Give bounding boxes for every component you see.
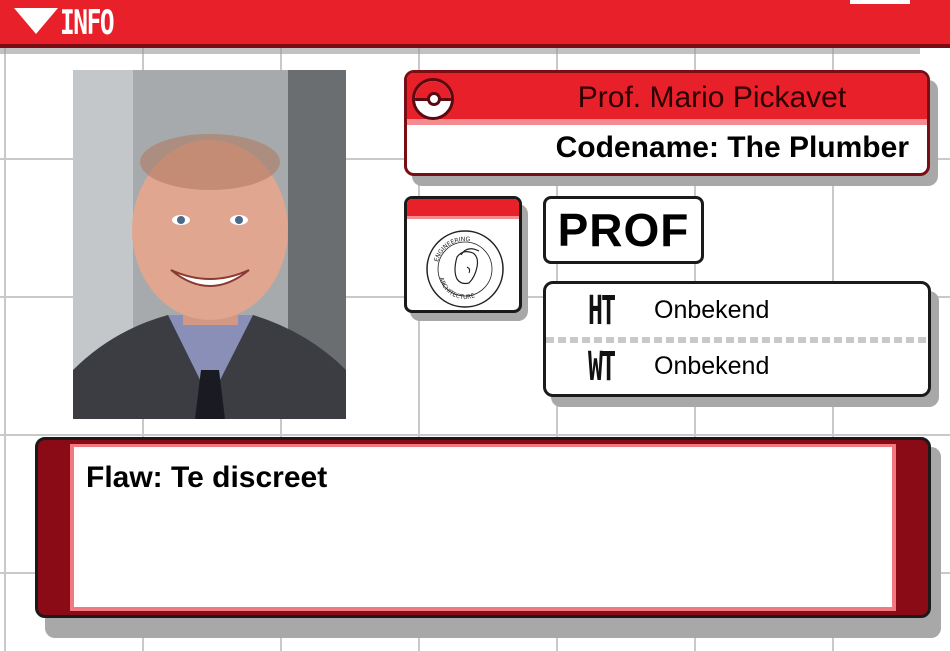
type-badge: PROF xyxy=(543,196,704,264)
logo-text-top: ENGINEERING xyxy=(433,236,471,263)
stat-row-weight: WT Onbekend xyxy=(546,340,928,394)
header-notch xyxy=(850,0,910,4)
header-title: INFO xyxy=(60,3,115,43)
logo-card-stripe xyxy=(407,199,519,219)
triangle-down-icon[interactable] xyxy=(14,8,58,34)
svg-text:ARCHITECTURE: ARCHITECTURE xyxy=(437,276,476,301)
profile-photo xyxy=(73,70,346,419)
stat-value-height: Onbekend xyxy=(654,296,770,324)
stat-value-weight: Onbekend xyxy=(654,352,770,380)
stat-row-height: HT Onbekend xyxy=(546,284,928,338)
logo-text-bottom: ARCHITECTURE xyxy=(437,276,476,301)
logo-card: ENGINEERING ARCHITECTURE xyxy=(404,196,522,313)
stat-key-height: HT xyxy=(588,288,616,334)
stat-key-weight: WT xyxy=(588,344,616,390)
header-bar: INFO xyxy=(0,0,950,48)
header-shadow xyxy=(0,48,920,54)
faculty-logo-icon: ENGINEERING ARCHITECTURE xyxy=(426,230,504,308)
stats-panel: HT Onbekend WT Onbekend xyxy=(543,281,931,397)
flaw-panel: Flaw: Te discreet xyxy=(35,437,931,618)
name-card: Prof. Mario Pickavet Codename: The Plumb… xyxy=(404,70,930,176)
flaw-text-area: Flaw: Te discreet xyxy=(70,444,896,611)
profile-codename: Codename: The Plumber xyxy=(555,131,909,164)
profile-name: Prof. Mario Pickavet xyxy=(577,81,847,114)
flaw-text: Flaw: Te discreet xyxy=(86,461,328,494)
svg-text:ENGINEERING: ENGINEERING xyxy=(433,236,471,263)
